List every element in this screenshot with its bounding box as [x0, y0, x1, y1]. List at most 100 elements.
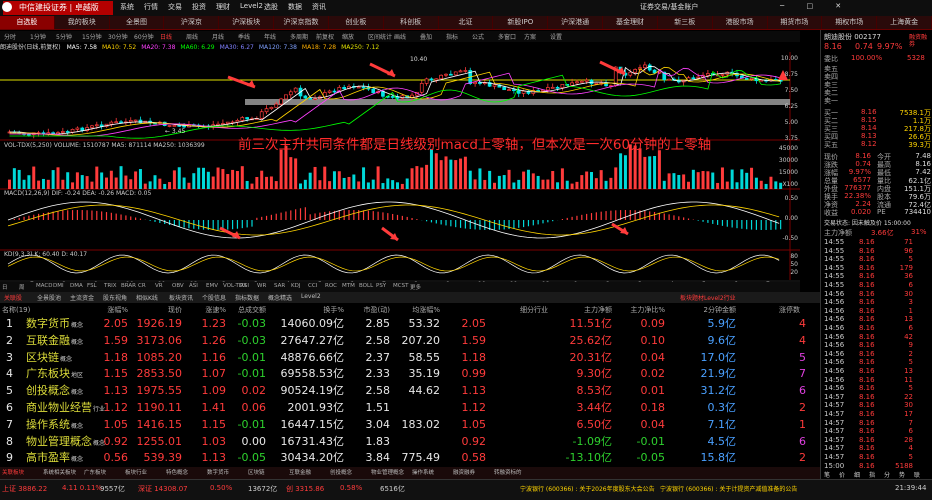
menu-item[interactable]: Level2 — [240, 2, 263, 10]
period-tab[interactable]: 方案 — [524, 32, 536, 41]
panel-tab[interactable]: 笔 — [824, 470, 830, 479]
panel-tab[interactable]: 指 — [869, 470, 875, 479]
related-tab[interactable]: 板块行业 — [125, 468, 147, 476]
nav-tab[interactable]: 沪深板块 — [219, 16, 275, 29]
period-tab[interactable]: 缩放 — [342, 32, 354, 41]
indicator-tab[interactable]: ROC — [325, 283, 337, 289]
period-tab[interactable]: 60分钟 — [134, 32, 154, 41]
period-tab[interactable]: 月线 — [212, 32, 224, 41]
nav-tab[interactable]: 沪深港通 — [548, 16, 604, 29]
nav-tab[interactable]: 自选股 — [0, 16, 55, 29]
nav-tab[interactable]: 全景图 — [110, 16, 165, 29]
nav-tab[interactable]: 新股IPO — [493, 16, 549, 29]
indicator-tab[interactable]: KDJ — [291, 283, 300, 289]
panel-tab[interactable]: 价 — [839, 470, 845, 479]
column-header[interactable]: 现价 — [132, 305, 182, 315]
kline-chart[interactable]: 10.40 ← 3.45 VOL-TDX(5,250) VOLUME: 151078… — [0, 52, 800, 280]
column-header[interactable]: 名称(19) — [2, 305, 30, 315]
related-tab[interactable]: 关联板块 — [2, 468, 24, 476]
sector-tab[interactable]: 主流资金 — [70, 293, 94, 302]
related-tab[interactable]: 广东板块 — [84, 468, 106, 476]
indicator-tab[interactable]: 周 — [19, 283, 25, 291]
table-row[interactable]: 9 高市盈率概念 0.56 539.39 1.13 -0.05 30434.20亿 3.84 7… — [0, 449, 820, 468]
nav-tab[interactable]: 科创板 — [384, 16, 439, 29]
period-tab[interactable]: 日线 — [160, 32, 172, 41]
period-tab[interactable]: 周线 — [186, 32, 198, 41]
indicator-tab[interactable]: FSL — [87, 283, 97, 289]
period-tab[interactable]: 分时 — [4, 32, 16, 41]
nav-tab[interactable]: 上海黄金 — [877, 16, 932, 29]
period-tab[interactable]: 前复权 — [316, 32, 334, 41]
related-tab[interactable]: 特色概念 — [166, 468, 188, 476]
related-tab[interactable]: 系统相关板块 — [43, 468, 76, 476]
column-header[interactable]: 换手% — [294, 305, 344, 315]
menu-item[interactable]: 资讯 — [312, 2, 326, 12]
menu-item[interactable]: 行情 — [144, 2, 158, 12]
indicator-tab[interactable]: MACD — [36, 283, 53, 289]
related-tab[interactable]: 物业管理概念 — [371, 468, 404, 476]
window-controls[interactable]: ─ □ ✕ — [780, 2, 851, 10]
period-tab[interactable]: 画线 — [394, 32, 406, 41]
period-tab[interactable]: 30分钟 — [108, 32, 128, 41]
indicator-tab[interactable]: SAR — [274, 283, 285, 289]
indicator-tab[interactable]: ASI — [189, 283, 198, 289]
indicator-tab[interactable]: BRAR — [121, 283, 136, 289]
indicator-tab[interactable]: CR — [138, 283, 146, 289]
panel-tab[interactable]: 细 — [854, 470, 860, 479]
indicator-tab[interactable]: TRIX — [104, 283, 117, 289]
period-tab[interactable]: 15分钟 — [82, 32, 102, 41]
related-tab[interactable]: 互联金融 — [289, 468, 311, 476]
indicator-tab[interactable]: EMV — [206, 283, 218, 289]
nav-tab[interactable]: 沪深京指数 — [274, 16, 329, 29]
sector-tabs-right[interactable]: 板块题材Level2行业 — [680, 293, 736, 302]
nav-tab[interactable]: 创业板 — [329, 16, 384, 29]
related-tab[interactable]: 转融资标的 — [494, 468, 522, 476]
indicator-tab[interactable]: DMI — [53, 283, 64, 289]
indicator-tab[interactable]: MCST — [393, 283, 408, 289]
nav-tab[interactable]: 北证 — [439, 16, 494, 29]
indicator-tab[interactable]: 更多 — [410, 283, 421, 291]
period-tab[interactable]: 季线 — [238, 32, 250, 41]
column-header[interactable]: 2分钟金额 — [686, 305, 736, 315]
period-tab[interactable]: 指标 — [446, 32, 458, 41]
column-header[interactable]: 涨停数 — [750, 305, 800, 315]
sector-tab[interactable]: 板块资讯 — [169, 293, 193, 302]
sector-tab[interactable]: 指标数据 — [235, 293, 259, 302]
panel-tab[interactable]: 联 — [914, 470, 920, 479]
indicator-tab[interactable]: WR — [257, 283, 266, 289]
indicator-tab[interactable]: BOLL — [359, 283, 373, 289]
related-tab[interactable]: 创投概念 — [330, 468, 352, 476]
menu-item[interactable]: 选股 — [264, 2, 278, 12]
period-tab[interactable]: 多周期 — [290, 32, 308, 41]
nav-tab[interactable]: 基金理财 — [603, 16, 658, 29]
period-tab[interactable]: 多窗口 — [498, 32, 516, 41]
sector-tab[interactable]: 股东视角 — [103, 293, 127, 302]
column-header[interactable]: 总成交额 — [216, 305, 266, 315]
sector-tab[interactable]: Level2 — [301, 293, 321, 300]
column-header[interactable]: 市盈(动) — [340, 305, 390, 315]
nav-tab[interactable]: 沪深京 — [164, 16, 220, 29]
indicator-tab[interactable]: CCI — [308, 283, 317, 289]
indicator-tab[interactable]: 日 — [2, 283, 8, 291]
column-header[interactable]: 均涨幅% — [390, 305, 440, 315]
sector-tab[interactable]: 相似K线 — [136, 293, 158, 302]
account-link[interactable]: 证券交易/基金账户 — [640, 2, 698, 12]
sector-tab[interactable]: 概念精选 — [268, 293, 292, 302]
nav-tab[interactable]: 期权市场 — [822, 16, 878, 29]
menu-item[interactable]: 系统 — [120, 2, 134, 12]
menu-item[interactable]: 投资 — [192, 2, 206, 12]
related-tab[interactable]: 区块链 — [248, 468, 265, 476]
period-tab[interactable]: 叠加 — [420, 32, 432, 41]
nav-tab[interactable]: 我的板块 — [55, 16, 110, 29]
sector-tab[interactable]: 关联股 — [4, 293, 22, 302]
indicator-tab[interactable]: VR — [155, 283, 163, 289]
column-header[interactable]: 涨幅% — [78, 305, 128, 315]
column-header[interactable]: 主力净额 — [562, 305, 612, 315]
indicator-tab[interactable]: MTM — [342, 283, 355, 289]
panel-tab[interactable]: 分 — [884, 470, 890, 479]
related-tab[interactable]: 数字货币 — [207, 468, 229, 476]
indicator-tab[interactable]: DMA — [70, 283, 83, 289]
nav-tab[interactable]: 期货市场 — [768, 16, 823, 29]
sector-tab[interactable]: 全景股池 — [37, 293, 61, 302]
period-tab[interactable]: 年线 — [264, 32, 276, 41]
